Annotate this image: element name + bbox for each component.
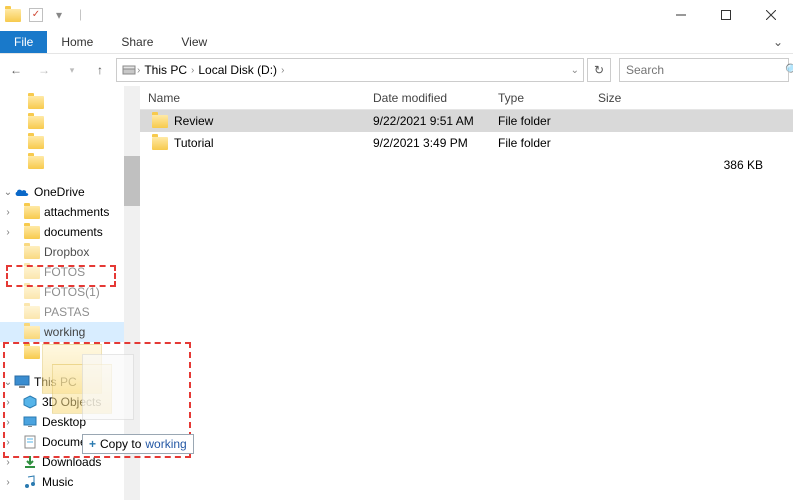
file-row[interactable]: Tutorial 9/2/2021 3:49 PM File folder [140, 132, 793, 154]
tree-label: Dropbox [44, 245, 89, 259]
file-type: File folder [490, 114, 590, 128]
tab-view[interactable]: View [167, 31, 221, 53]
col-size[interactable]: Size [590, 91, 793, 105]
qat-folder-icon[interactable] [5, 7, 21, 23]
folder-icon [152, 137, 168, 150]
file-name: Tutorial [174, 136, 214, 150]
tree-attachments[interactable]: › attachments [0, 202, 140, 222]
qat-check-icon[interactable]: ✓ [29, 8, 43, 22]
onedrive-icon [14, 184, 30, 200]
desktop-icon [22, 414, 38, 430]
qat-divider-icon: ▾ [51, 7, 67, 23]
tree-label: OneDrive [34, 185, 85, 199]
tree-fotos1[interactable]: FOTOS(1) [0, 282, 140, 302]
back-button[interactable]: ← [4, 58, 28, 82]
tree-label: FOTOS [44, 265, 85, 279]
breadcrumb-item-drive[interactable]: Local Disk (D:) [194, 63, 281, 77]
tree-item[interactable] [0, 342, 140, 362]
drag-tooltip-dest: working [145, 437, 186, 451]
tab-home[interactable]: Home [47, 31, 107, 53]
file-date: 9/22/2021 9:51 AM [365, 114, 490, 128]
tree-fotos[interactable]: FOTOS [0, 262, 140, 282]
tree-downloads[interactable]: ›Downloads [0, 452, 140, 472]
col-date[interactable]: Date modified [365, 91, 490, 105]
tab-file[interactable]: File [0, 31, 47, 53]
chevron-right-icon[interactable]: › [2, 207, 14, 218]
tree-music[interactable]: ›Music [0, 472, 140, 492]
col-name[interactable]: Name [140, 91, 365, 105]
tree-label: PASTAS [44, 305, 90, 319]
drag-tooltip-text: Copy to [100, 437, 141, 451]
col-type[interactable]: Type [490, 91, 590, 105]
search-box[interactable]: 🔍 [619, 58, 789, 82]
file-type: File folder [490, 136, 590, 150]
summary-row: 386 KB [140, 154, 793, 176]
chevron-right-icon[interactable]: › [281, 65, 284, 76]
tab-share[interactable]: Share [107, 31, 167, 53]
tree-desktop[interactable]: ›Desktop [0, 412, 140, 432]
thispc-icon [14, 374, 30, 390]
forward-button[interactable]: → [32, 58, 56, 82]
ribbon-expand-icon[interactable]: ⌄ [763, 31, 793, 53]
tree-label: Downloads [42, 455, 101, 469]
tree-label: Music [42, 475, 73, 489]
navbar: ← → ▾ ↑ › This PC › Local Disk (D:) › ⌄ … [0, 54, 793, 86]
refresh-button[interactable]: ↻ [587, 58, 611, 82]
breadcrumb[interactable]: › This PC › Local Disk (D:) › ⌄ [116, 58, 584, 82]
tree-onedrive[interactable]: ⌄ OneDrive [0, 182, 140, 202]
recent-locations-button[interactable]: ▾ [60, 58, 84, 82]
chevron-down-icon[interactable]: ⌄ [2, 187, 14, 198]
ribbon-tabs: File Home Share View ⌄ [0, 30, 793, 54]
tree-item[interactable] [0, 132, 140, 152]
tree-item[interactable] [0, 92, 140, 112]
tree-label: attachments [44, 205, 109, 219]
file-date: 9/2/2021 3:49 PM [365, 136, 490, 150]
drag-tooltip: + Copy to working [82, 434, 194, 454]
breadcrumb-dropdown-icon[interactable]: ⌄ [571, 65, 579, 76]
titlebar: ✓ ▾ ｜ [0, 0, 793, 30]
summary-size: 386 KB [590, 158, 793, 172]
up-button[interactable]: ↑ [88, 58, 112, 82]
tree-item[interactable] [0, 152, 140, 172]
folder-icon [152, 115, 168, 128]
music-icon [22, 474, 38, 490]
maximize-button[interactable] [703, 0, 748, 30]
column-headers[interactable]: Name Date modified Type Size [140, 86, 793, 110]
tree-label: Desktop [42, 415, 86, 429]
tree-label: This PC [34, 375, 77, 389]
tree-documents[interactable]: ›documents [0, 222, 140, 242]
tree-label: 3D Objects [42, 395, 101, 409]
tree-thispc[interactable]: ⌄ This PC [0, 372, 140, 392]
breadcrumb-item-thispc[interactable]: This PC [140, 63, 191, 77]
tree-3dobjects[interactable]: ›3D Objects [0, 392, 140, 412]
search-input[interactable] [626, 63, 781, 77]
search-icon[interactable]: 🔍 [785, 63, 793, 77]
file-name: Review [174, 114, 213, 128]
tree-item[interactable] [0, 112, 140, 132]
tree-label: documents [44, 225, 103, 239]
tree-label: FOTOS(1) [44, 285, 100, 299]
documents-icon [22, 434, 38, 450]
plus-icon: + [89, 437, 96, 451]
close-button[interactable] [748, 0, 793, 30]
tree-dropbox[interactable]: Dropbox [0, 242, 140, 262]
tree-working[interactable]: working [0, 322, 140, 342]
tree-label: working [44, 325, 85, 339]
objects3d-icon [22, 394, 38, 410]
chevron-down-icon[interactable]: ⌄ [2, 377, 14, 388]
drive-icon [121, 62, 137, 78]
downloads-icon [22, 454, 38, 470]
scrollbar-thumb[interactable] [124, 156, 140, 206]
minimize-button[interactable] [658, 0, 703, 30]
content-pane: Name Date modified Type Size Review 9/22… [140, 86, 793, 500]
tree-pastas[interactable]: PASTAS [0, 302, 140, 322]
file-row[interactable]: Review 9/22/2021 9:51 AM File folder [140, 110, 793, 132]
